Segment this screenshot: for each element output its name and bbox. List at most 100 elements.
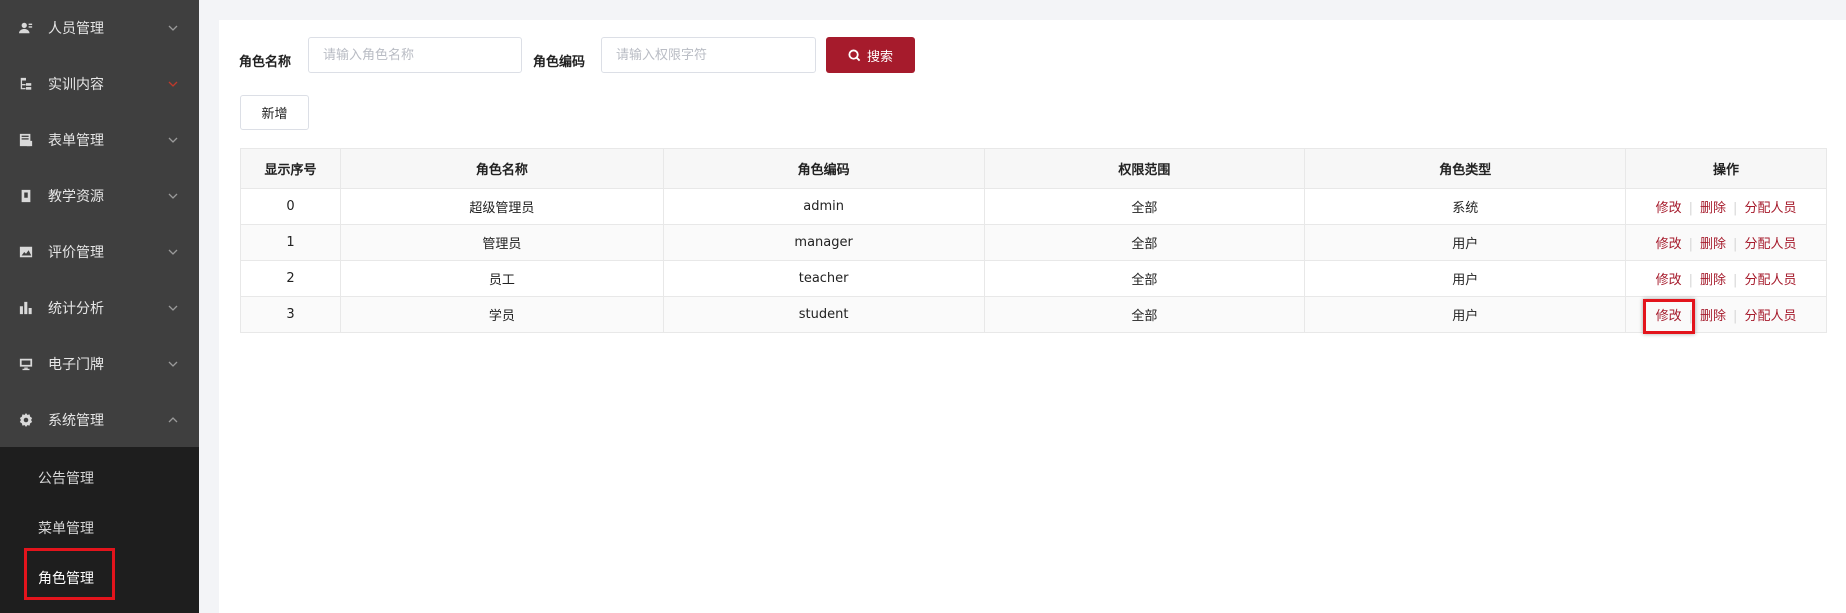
chevron-down-icon: [167, 190, 179, 202]
separator: |: [1688, 273, 1694, 288]
table-row: 0 超级管理员 admin 全部 系统 修改 | 删除 | 分配人员: [240, 188, 1827, 225]
chevron-up-icon: [167, 414, 179, 426]
cell-scope: 全部: [983, 188, 1306, 225]
assign-users-link[interactable]: 分配人员: [1740, 197, 1800, 216]
separator: |: [1733, 309, 1738, 324]
cell-code: student: [662, 296, 985, 333]
edit-link[interactable]: 修改: [1652, 197, 1686, 216]
column-header: 角色名称: [339, 148, 664, 189]
cell-scope: 全部: [983, 260, 1306, 297]
cell-type: 用户: [1304, 296, 1627, 333]
assign-users-link[interactable]: 分配人员: [1740, 305, 1800, 324]
bar-chart-icon: [18, 300, 34, 316]
cell-actions: 修改 | 删除 | 分配人员: [1625, 188, 1827, 225]
edit-link[interactable]: 修改: [1652, 305, 1686, 324]
chevron-down-icon: [167, 78, 179, 90]
cell-code: teacher: [662, 260, 985, 297]
assign-users-link[interactable]: 分配人员: [1740, 269, 1800, 288]
column-header: 权限范围: [983, 148, 1306, 189]
role-code-label: 角色编码: [533, 55, 586, 70]
image-icon: [18, 244, 34, 260]
book-icon: [18, 188, 34, 204]
cell-scope: 全部: [983, 296, 1306, 333]
form-icon: [18, 132, 34, 148]
tree-icon: [18, 76, 34, 92]
table-row: 3 学员 student 全部 用户 修改 | 删除 | 分配人员: [240, 296, 1827, 333]
cell-code: admin: [662, 188, 985, 225]
separator: |: [1733, 201, 1738, 216]
sidebar-item-label: 电子门牌: [48, 357, 104, 373]
gear-icon: [18, 412, 34, 428]
edit-link[interactable]: 修改: [1652, 269, 1686, 288]
separator: |: [1733, 237, 1738, 252]
column-header: 操作: [1625, 148, 1827, 189]
cell-order: 3: [240, 296, 341, 333]
sidebar-item-label: 实训内容: [48, 77, 104, 93]
cell-name: 超级管理员: [339, 188, 664, 225]
delete-link[interactable]: 删除: [1696, 233, 1730, 252]
sidebar-item-label: 人员管理: [48, 21, 104, 37]
cell-name: 学员: [339, 296, 664, 333]
delete-link[interactable]: 删除: [1696, 305, 1730, 324]
sidebar-item-statistics[interactable]: 统计分析: [0, 280, 199, 336]
user-icon: [18, 20, 34, 36]
column-header: 角色类型: [1304, 148, 1627, 189]
cell-order: 1: [240, 224, 341, 261]
table-row: 2 员工 teacher 全部 用户 修改 | 删除 | 分配人员: [240, 260, 1827, 297]
cell-type: 用户: [1304, 260, 1627, 297]
chevron-down-icon: [167, 246, 179, 258]
cell-actions: 修改 | 删除 | 分配人员: [1625, 224, 1827, 261]
sidebar-item-teaching-resources[interactable]: 教学资源: [0, 168, 199, 224]
submenu-item-label: 角色管理: [38, 571, 94, 587]
sidebar-item-label: 评价管理: [48, 245, 104, 261]
system-submenu: 公告管理 菜单管理 角色管理: [0, 447, 199, 613]
cell-scope: 全部: [983, 224, 1306, 261]
cell-actions: 修改 | 删除 | 分配人员: [1625, 260, 1827, 297]
submenu-item-label: 公告管理: [38, 471, 94, 487]
submenu-item-menus[interactable]: 菜单管理: [0, 503, 199, 553]
search-button[interactable]: 搜索: [826, 37, 915, 73]
sidebar: 人员管理 实训内容 表单管理 教学资源 评价管理 统计分析 电子门牌 系统管理 …: [0, 0, 199, 613]
sidebar-item-forms[interactable]: 表单管理: [0, 112, 199, 168]
separator: |: [1688, 309, 1694, 324]
monitor-icon: [18, 356, 34, 372]
sidebar-item-personnel[interactable]: 人员管理: [0, 0, 199, 56]
cell-code: manager: [662, 224, 985, 261]
search-button-label: 搜索: [866, 48, 893, 64]
column-header: 显示序号: [240, 148, 341, 189]
sidebar-item-training[interactable]: 实训内容: [0, 56, 199, 112]
edit-link[interactable]: 修改: [1652, 233, 1686, 252]
cell-name: 管理员: [339, 224, 664, 261]
cell-type: 用户: [1304, 224, 1627, 261]
cell-type: 系统: [1304, 188, 1627, 225]
add-button[interactable]: 新增: [240, 95, 309, 130]
submenu-item-label: 菜单管理: [38, 521, 94, 537]
assign-users-link[interactable]: 分配人员: [1740, 233, 1800, 252]
roles-table: 显示序号 角色名称 角色编码 权限范围 角色类型 操作 0 超级管理员 admi…: [240, 148, 1827, 333]
cell-name: 员工: [339, 260, 664, 297]
submenu-item-roles[interactable]: 角色管理: [0, 553, 199, 603]
sidebar-item-label: 表单管理: [48, 133, 104, 149]
search-icon: [848, 48, 861, 61]
sidebar-item-label: 教学资源: [48, 189, 104, 205]
separator: |: [1688, 201, 1694, 216]
chevron-down-icon: [167, 358, 179, 370]
sidebar-item-evaluation[interactable]: 评价管理: [0, 224, 199, 280]
sidebar-item-system[interactable]: 系统管理: [0, 392, 199, 448]
sidebar-item-e-doorplate[interactable]: 电子门牌: [0, 336, 199, 392]
delete-link[interactable]: 删除: [1696, 197, 1730, 216]
chevron-down-icon: [167, 302, 179, 314]
cell-order: 2: [240, 260, 341, 297]
cell-actions: 修改 | 删除 | 分配人员: [1625, 296, 1827, 333]
table-header-row: 显示序号 角色名称 角色编码 权限范围 角色类型 操作: [240, 148, 1827, 189]
submenu-item-announcements[interactable]: 公告管理: [0, 453, 199, 503]
role-name-label: 角色名称: [239, 55, 292, 70]
role-code-input[interactable]: [601, 37, 816, 73]
main-panel: 角色名称 角色编码 搜索 新增 显示序号 角色名称 角色编码 权限范围 角色类型…: [219, 20, 1846, 613]
role-name-input[interactable]: [308, 37, 522, 73]
separator: |: [1688, 237, 1694, 252]
sidebar-item-label: 统计分析: [48, 301, 104, 317]
column-header: 角色编码: [662, 148, 985, 189]
chevron-down-icon: [167, 134, 179, 146]
delete-link[interactable]: 删除: [1696, 269, 1730, 288]
